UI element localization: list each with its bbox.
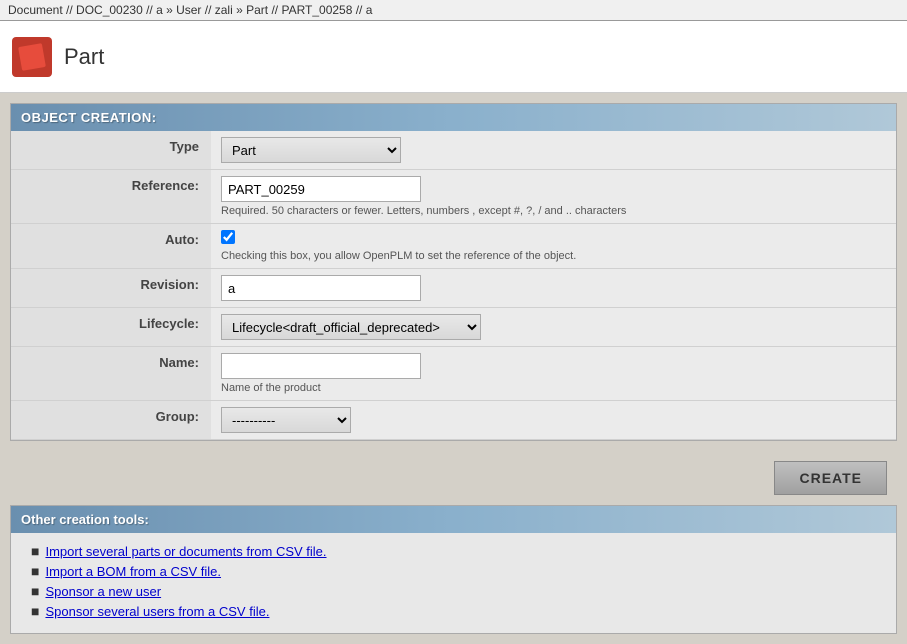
creation-form: Type Part Document Reference: Required. … xyxy=(11,131,896,440)
type-value-cell: Part Document xyxy=(211,131,896,170)
part-icon xyxy=(12,37,52,77)
group-select[interactable]: ---------- xyxy=(221,407,351,433)
bullet-icon: ■ xyxy=(31,543,39,559)
import-bom-link[interactable]: Import a BOM from a CSV file. xyxy=(45,564,221,579)
list-item: ■ Sponsor a new user xyxy=(31,583,876,599)
reference-label: Reference: xyxy=(11,170,211,224)
lifecycle-value-cell: Lifecycle<draft_official_deprecated> xyxy=(211,308,896,347)
reference-hint: Required. 50 characters or fewer. Letter… xyxy=(221,205,886,217)
page-header: Part xyxy=(0,21,907,93)
group-value-cell: ---------- xyxy=(211,401,896,440)
bullet-icon: ■ xyxy=(31,563,39,579)
auto-hint: Checking this box, you allow OpenPLM to … xyxy=(221,250,886,262)
sponsor-user-link[interactable]: Sponsor a new user xyxy=(45,584,161,599)
name-row: Name: Name of the product xyxy=(11,347,896,401)
create-button[interactable]: CREATE xyxy=(774,461,887,495)
sponsor-users-link[interactable]: Sponsor several users from a CSV file. xyxy=(45,604,269,619)
name-input[interactable] xyxy=(221,353,421,379)
type-row: Type Part Document xyxy=(11,131,896,170)
auto-value-cell: Checking this box, you allow OpenPLM to … xyxy=(211,224,896,269)
name-value-cell: Name of the product xyxy=(211,347,896,401)
bullet-icon: ■ xyxy=(31,603,39,619)
group-label: Group: xyxy=(11,401,211,440)
list-item: ■ Import a BOM from a CSV file. xyxy=(31,563,876,579)
type-select[interactable]: Part Document xyxy=(221,137,401,163)
auto-checkbox[interactable] xyxy=(221,230,235,244)
revision-label: Revision: xyxy=(11,269,211,308)
other-tools-list: ■ Import several parts or documents from… xyxy=(11,533,896,633)
name-hint: Name of the product xyxy=(221,382,886,394)
auto-row: Auto: Checking this box, you allow OpenP… xyxy=(11,224,896,269)
lifecycle-select[interactable]: Lifecycle<draft_official_deprecated> xyxy=(221,314,481,340)
lifecycle-label: Lifecycle: xyxy=(11,308,211,347)
list-item: ■ Sponsor several users from a CSV file. xyxy=(31,603,876,619)
type-label: Type xyxy=(11,131,211,170)
main-content: OBJECT CREATION: Type Part Document Refe… xyxy=(0,93,907,644)
group-row: Group: ---------- xyxy=(11,401,896,440)
lifecycle-row: Lifecycle: Lifecycle<draft_official_depr… xyxy=(11,308,896,347)
part-icon-inner xyxy=(18,43,46,71)
revision-value-cell xyxy=(211,269,896,308)
object-creation-panel: OBJECT CREATION: Type Part Document Refe… xyxy=(10,103,897,441)
import-parts-link[interactable]: Import several parts or documents from C… xyxy=(45,544,326,559)
auto-label: Auto: xyxy=(11,224,211,269)
reference-value-cell: Required. 50 characters or fewer. Letter… xyxy=(211,170,896,224)
list-item: ■ Import several parts or documents from… xyxy=(31,543,876,559)
page-title: Part xyxy=(64,44,104,70)
reference-input[interactable] xyxy=(221,176,421,202)
revision-input[interactable] xyxy=(221,275,421,301)
reference-row: Reference: Required. 50 characters or fe… xyxy=(11,170,896,224)
object-creation-header: OBJECT CREATION: xyxy=(11,104,896,131)
bullet-icon: ■ xyxy=(31,583,39,599)
other-tools-panel: Other creation tools: ■ Import several p… xyxy=(10,505,897,634)
create-button-row: CREATE xyxy=(10,451,897,505)
breadcrumb: Document // DOC_00230 // a » User // zal… xyxy=(0,0,907,21)
other-tools-header: Other creation tools: xyxy=(11,506,896,533)
name-label: Name: xyxy=(11,347,211,401)
revision-row: Revision: xyxy=(11,269,896,308)
